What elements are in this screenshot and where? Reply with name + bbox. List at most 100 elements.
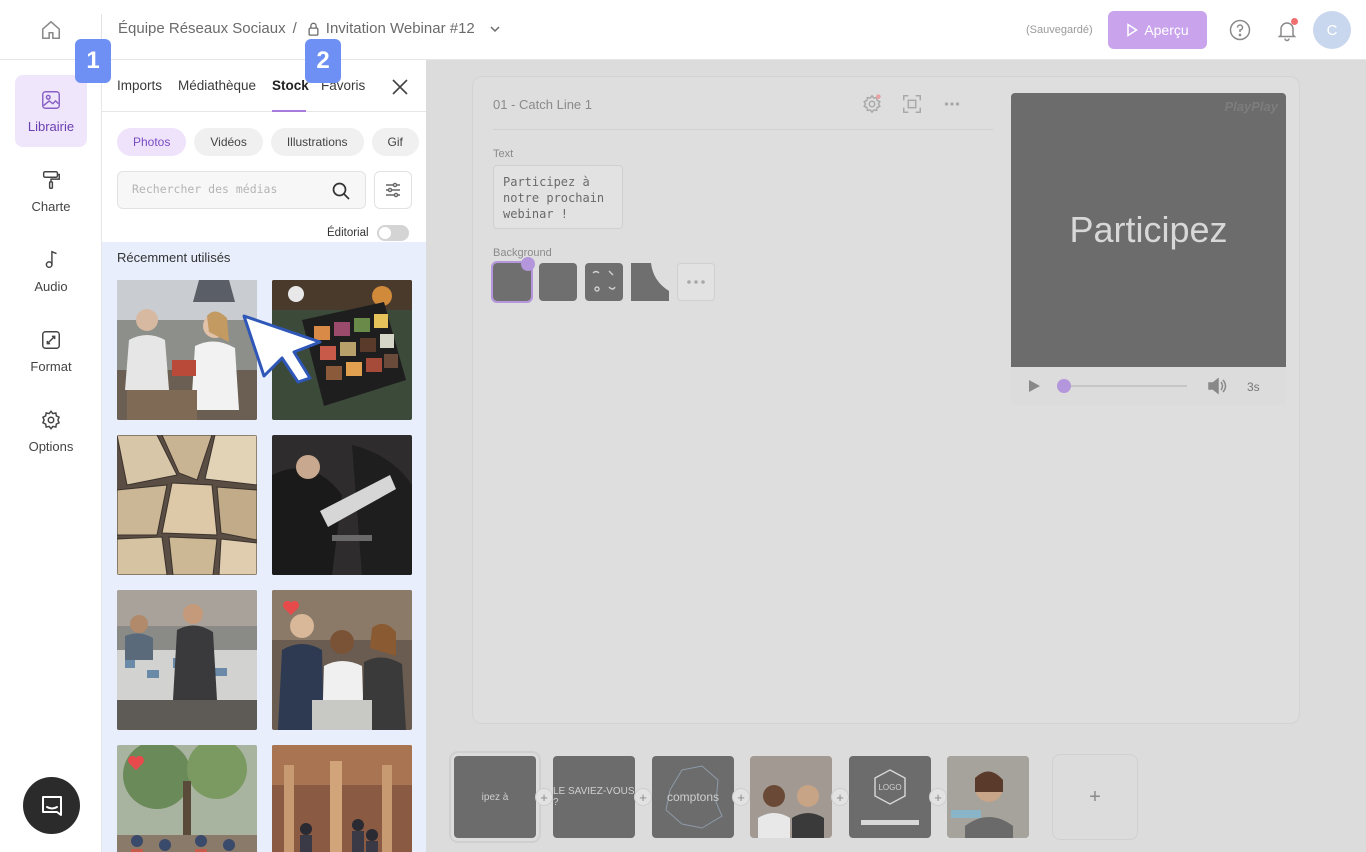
scene-toolbar bbox=[861, 93, 963, 115]
play-icon[interactable] bbox=[1027, 379, 1041, 393]
scene-divider bbox=[493, 129, 993, 130]
insert-scene-button[interactable]: + bbox=[634, 788, 652, 806]
media-thumbnail[interactable] bbox=[117, 280, 257, 420]
background-pattern[interactable] bbox=[585, 263, 623, 301]
timeline-scene[interactable]: ipez à bbox=[449, 751, 541, 843]
active-tab-indicator bbox=[272, 110, 306, 112]
sidebar-item-label: Charte bbox=[31, 198, 71, 214]
sidebar-item-options[interactable]: Options bbox=[15, 395, 87, 467]
photo-graduates bbox=[272, 435, 412, 575]
chip-videos[interactable]: Vidéos bbox=[194, 128, 263, 156]
step-badge-1: 1 bbox=[75, 39, 111, 83]
background-solid-selected[interactable] bbox=[491, 257, 535, 303]
sidebar-item-librairie[interactable]: Librairie bbox=[15, 75, 87, 147]
photo-museum-hall bbox=[272, 745, 412, 852]
sidebar-item-audio[interactable]: Audio bbox=[15, 235, 87, 307]
scene-settings-icon[interactable] bbox=[861, 93, 883, 115]
background-solid[interactable] bbox=[539, 263, 577, 301]
progress-knob[interactable] bbox=[1057, 379, 1071, 393]
home-button[interactable] bbox=[30, 14, 72, 46]
media-thumbnail[interactable] bbox=[272, 590, 412, 730]
music-note-icon bbox=[45, 250, 57, 268]
heart-icon[interactable] bbox=[282, 600, 300, 616]
close-icon bbox=[392, 79, 408, 95]
timeline-scene[interactable] bbox=[947, 756, 1029, 838]
scene-text-field[interactable]: Participez à notre prochain webinar ! bbox=[493, 165, 623, 229]
background-label: Background bbox=[493, 247, 552, 259]
preview-button[interactable]: Aperçu bbox=[1108, 11, 1207, 49]
image-icon bbox=[42, 90, 60, 109]
scene-preview[interactable]: PlayPlay Participez bbox=[1011, 93, 1286, 367]
more-options-icon bbox=[687, 280, 705, 284]
sidebar-item-label: Librairie bbox=[27, 118, 75, 134]
close-panel-button[interactable] bbox=[389, 76, 411, 98]
tab-stock[interactable]: Stock bbox=[272, 78, 309, 93]
photo-two-people bbox=[750, 756, 832, 838]
library-tabs: Imports Médiathèque Stock Favoris bbox=[102, 60, 426, 112]
sidebar-item-label: Options bbox=[28, 438, 74, 454]
editorial-filter: Éditorial bbox=[327, 225, 409, 241]
timeline-scene[interactable]: LOGO bbox=[849, 756, 931, 838]
swap-layout-icon[interactable] bbox=[901, 93, 923, 115]
avatar[interactable]: C bbox=[1313, 11, 1351, 49]
insert-scene-button[interactable]: + bbox=[929, 788, 947, 806]
insert-scene-button[interactable]: + bbox=[831, 788, 849, 806]
progress-track[interactable] bbox=[1063, 385, 1187, 387]
timeline-scene[interactable]: comptons bbox=[652, 756, 734, 838]
media-thumbnail[interactable] bbox=[272, 745, 412, 852]
filter-button[interactable] bbox=[374, 171, 412, 209]
scene-thumb-text: LE SAVIEZ-VOUS ? bbox=[553, 786, 635, 808]
media-thumbnail[interactable] bbox=[117, 745, 257, 852]
tab-mediatheque[interactable]: Médiathèque bbox=[178, 78, 256, 93]
scene-thumb-text: comptons bbox=[666, 790, 720, 804]
add-scene-button[interactable]: + bbox=[1052, 754, 1138, 840]
sidebar-item-label: Format bbox=[30, 358, 72, 374]
help-icon bbox=[1229, 19, 1251, 41]
chip-photos[interactable]: Photos bbox=[117, 128, 187, 156]
tab-imports[interactable]: Imports bbox=[117, 78, 162, 93]
photo-person-portrait bbox=[947, 756, 1029, 838]
chip-illustrations[interactable]: Illustrations bbox=[270, 128, 364, 156]
media-thumbnail[interactable] bbox=[272, 435, 412, 575]
paint-roller-icon bbox=[42, 170, 60, 189]
search-input[interactable] bbox=[132, 182, 322, 196]
preview-watermark: PlayPlay bbox=[1224, 99, 1279, 114]
background-shape[interactable] bbox=[631, 263, 669, 301]
cursor-arrow-icon bbox=[242, 314, 322, 384]
heart-icon[interactable] bbox=[127, 755, 145, 771]
sidebar-item-format[interactable]: Format bbox=[15, 315, 87, 387]
insert-scene-button[interactable]: + bbox=[732, 788, 750, 806]
chat-icon bbox=[41, 795, 62, 816]
gear-icon bbox=[41, 409, 61, 430]
editorial-toggle[interactable] bbox=[376, 225, 409, 241]
search-icon[interactable] bbox=[331, 181, 351, 201]
background-more-button[interactable] bbox=[677, 263, 715, 301]
left-sidebar: Librairie Charte Audio Format Options bbox=[0, 60, 102, 852]
chevron-down-icon[interactable] bbox=[489, 23, 501, 35]
background-options bbox=[491, 257, 715, 303]
notifications-button[interactable] bbox=[1275, 18, 1299, 42]
sliders-icon bbox=[386, 182, 400, 198]
preview-player-controls: 3s bbox=[1011, 367, 1286, 405]
chat-support-button[interactable] bbox=[23, 777, 80, 834]
insert-scene-button[interactable]: + bbox=[535, 788, 553, 806]
volume-icon[interactable] bbox=[1207, 377, 1227, 395]
text-field-label: Text bbox=[493, 148, 514, 160]
resize-icon bbox=[42, 330, 60, 349]
timeline-scene[interactable]: LE SAVIEZ-VOUS ? bbox=[553, 756, 635, 838]
project-title[interactable]: Invitation Webinar #12 bbox=[326, 20, 475, 37]
media-thumbnail[interactable] bbox=[117, 590, 257, 730]
more-options-icon[interactable] bbox=[941, 93, 963, 115]
breadcrumb-team[interactable]: Équipe Réseaux Sociaux bbox=[118, 20, 286, 37]
sidebar-item-charte[interactable]: Charte bbox=[15, 155, 87, 227]
scene-editor-card: 01 - Catch Line 1 Text Participez à notr… bbox=[472, 76, 1300, 724]
preview-text: Participez bbox=[1069, 209, 1228, 250]
section-title: Récemment utilisés bbox=[117, 250, 231, 265]
scene-title: 01 - Catch Line 1 bbox=[493, 97, 593, 112]
editor-area: 01 - Catch Line 1 Text Participez à notr… bbox=[426, 60, 1366, 852]
media-thumbnail[interactable] bbox=[117, 435, 257, 575]
help-button[interactable] bbox=[1228, 18, 1252, 42]
lock-icon bbox=[307, 22, 320, 36]
chip-gif[interactable]: Gif bbox=[371, 128, 419, 156]
timeline-scene[interactable] bbox=[750, 756, 832, 838]
